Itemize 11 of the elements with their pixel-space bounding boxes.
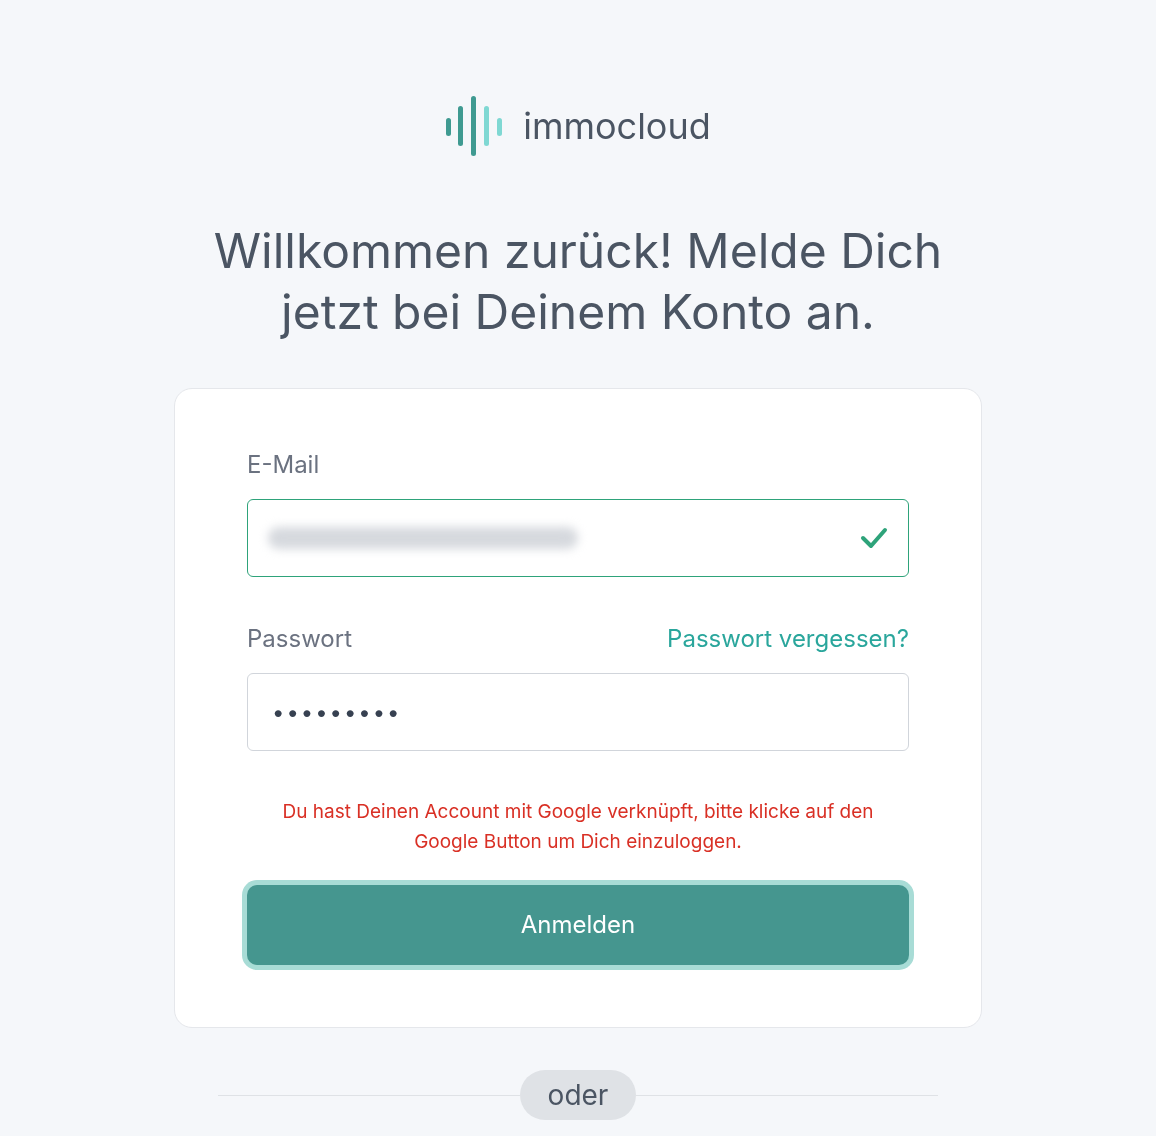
checkmark-icon: [860, 526, 888, 550]
logo-icon: [445, 96, 504, 156]
email-field[interactable]: [247, 499, 909, 577]
error-message: Du hast Deinen Account mit Google verknüpft, bitte klicke auf den Google Button um Dich einzuloggen.: [281, 799, 875, 855]
divider-label: oder: [519, 1070, 637, 1120]
brand-name: immocloud: [523, 103, 711, 150]
password-field[interactable]: •••••••••: [247, 673, 909, 751]
field-label: Passwort: [247, 623, 352, 655]
forgot-password-link[interactable]: Passwort vergessen?: [667, 623, 909, 655]
page-heading: Willkommen zurück! Melde Dich jetzt bei Deinem Konto an.: [212, 220, 944, 342]
field-label: E-Mail: [247, 449, 321, 481]
